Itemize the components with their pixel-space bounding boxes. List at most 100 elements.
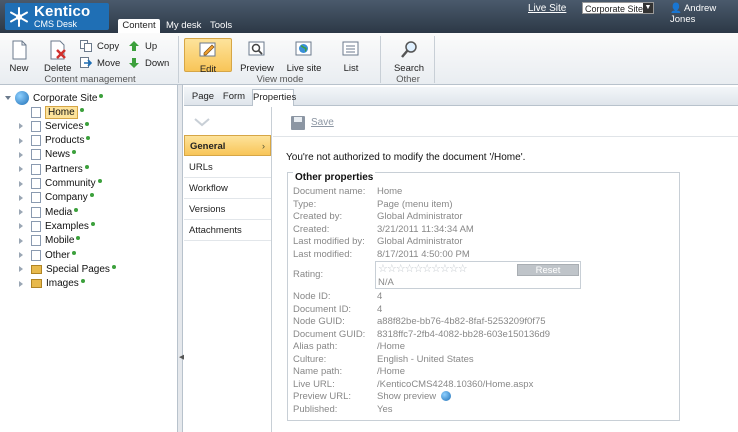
- globe-icon: [15, 91, 29, 105]
- tree-root[interactable]: Corporate Site: [4, 91, 104, 105]
- move-label: Move: [97, 57, 121, 69]
- tree-item[interactable]: Images: [17, 277, 85, 291]
- ribbon-toolbar: New Delete Copy Move Up Down Content man…: [0, 33, 738, 85]
- delete-button[interactable]: Delete: [44, 40, 71, 74]
- published-status-icon: [74, 207, 79, 212]
- published-status-icon: [72, 150, 77, 155]
- expand-icon[interactable]: [17, 180, 25, 188]
- nav-urls[interactable]: URLs: [184, 157, 271, 178]
- page-icon: [31, 178, 41, 189]
- group-label-content-management: Content management: [44, 74, 136, 85]
- nav-versions[interactable]: Versions: [184, 199, 271, 220]
- properties-nav: General › URLs Workflow Versions Attachme…: [184, 107, 272, 432]
- expand-icon[interactable]: [17, 208, 25, 216]
- tree-item[interactable]: Media: [17, 205, 79, 219]
- nav-general[interactable]: General ›: [184, 135, 271, 156]
- published-status-icon: [80, 279, 85, 284]
- tab-content[interactable]: Content: [118, 19, 160, 33]
- rating-stars[interactable]: ☆☆☆☆☆☆☆☆☆☆: [378, 264, 468, 275]
- save-icon[interactable]: [291, 116, 305, 130]
- live-url-label: Live URL:: [293, 379, 335, 390]
- expand-icon[interactable]: [17, 265, 25, 273]
- reset-rating-button[interactable]: Reset: [517, 264, 579, 276]
- rating-value: N/A: [378, 277, 394, 288]
- collapse-icon[interactable]: [4, 94, 12, 102]
- published-label: Published:: [293, 404, 338, 415]
- tab-properties[interactable]: Properties: [252, 89, 296, 106]
- tree-item[interactable]: Examples: [17, 219, 95, 233]
- nav-workflow[interactable]: Workflow: [184, 178, 271, 199]
- tree-item[interactable]: News: [17, 148, 77, 162]
- globe-icon[interactable]: [440, 391, 451, 402]
- edit-button[interactable]: Edit: [184, 38, 232, 75]
- tree-item[interactable]: Services: [17, 119, 90, 133]
- published-status-icon: [86, 136, 91, 141]
- expand-icon[interactable]: [17, 222, 25, 230]
- expand-icon[interactable]: [17, 194, 25, 202]
- snowflake-icon: [8, 6, 30, 28]
- tree-item[interactable]: Mobile: [17, 234, 81, 248]
- expand-icon[interactable]: [17, 137, 25, 145]
- tree-item-label: Partners: [45, 163, 83, 175]
- kentico-logo[interactable]: Kentico CMS Desk: [5, 3, 109, 30]
- list-button[interactable]: List: [340, 40, 362, 74]
- action-bar: Save: [273, 107, 738, 137]
- tree-item-label: Special Pages: [46, 263, 110, 275]
- pane-splitter[interactable]: ◀: [178, 85, 184, 432]
- tree-item[interactable]: Community: [17, 177, 102, 191]
- edit-icon: [198, 41, 218, 61]
- published-status-icon: [99, 93, 104, 98]
- tree-item-label: News: [45, 149, 71, 161]
- nav-attachments[interactable]: Attachments: [184, 220, 271, 241]
- tree-item[interactable]: Company: [17, 191, 94, 205]
- expand-icon[interactable]: [17, 237, 25, 245]
- tree-root-label: Corporate Site: [33, 92, 98, 104]
- preview-url-value[interactable]: Show preview: [377, 391, 451, 402]
- expand-icon[interactable]: [17, 122, 25, 130]
- tab-tools[interactable]: Tools: [206, 19, 236, 33]
- show-preview-link[interactable]: Show preview: [377, 391, 436, 402]
- expand-icon[interactable]: [17, 251, 25, 259]
- current-user[interactable]: 👤 Andrew Jones: [670, 3, 738, 25]
- document-guid-label: Document GUID:: [293, 329, 366, 340]
- tree-item[interactable]: Products: [17, 134, 91, 148]
- new-button[interactable]: New: [9, 40, 29, 74]
- down-button[interactable]: Down: [128, 57, 169, 69]
- tree-item-label: Community: [45, 178, 96, 189]
- live-site-button[interactable]: Live site: [286, 40, 322, 74]
- search-button[interactable]: Search: [394, 40, 424, 74]
- up-button[interactable]: Up: [128, 40, 157, 52]
- rating-label: Rating:: [293, 269, 324, 280]
- published-status-icon: [89, 193, 94, 198]
- tree-item[interactable]: Other: [17, 248, 77, 262]
- published-status-icon: [84, 164, 89, 169]
- page-icon: [31, 106, 41, 118]
- live-site-link[interactable]: Live Site: [528, 3, 566, 14]
- expand-icon[interactable]: [17, 165, 25, 173]
- tree-item[interactable]: Special Pages: [17, 262, 116, 276]
- published-value: Yes: [377, 404, 393, 415]
- move-button[interactable]: Move: [80, 57, 120, 69]
- brand-name: Kentico: [34, 3, 91, 20]
- alias-path-value: /Home: [377, 341, 405, 352]
- tree-item[interactable]: Partners: [17, 162, 89, 176]
- last-modified-label: Last modified:: [293, 249, 353, 260]
- expand-icon[interactable]: [17, 280, 25, 288]
- preview-button[interactable]: Preview: [240, 40, 274, 74]
- page-icon: [31, 235, 41, 247]
- tab-my-desk[interactable]: My desk: [162, 19, 205, 33]
- delete-label: Delete: [44, 63, 72, 74]
- save-button[interactable]: Save: [311, 117, 334, 128]
- site-selector[interactable]: Corporate Site ▼: [582, 2, 654, 14]
- tab-form[interactable]: Form: [220, 89, 248, 106]
- ribbon-separator: [380, 36, 381, 83]
- expand-icon[interactable]: [17, 151, 25, 159]
- live-url-value[interactable]: /KenticoCMS4248.10360/Home.aspx: [377, 379, 533, 390]
- collapse-arrow-icon[interactable]: ◀: [179, 353, 184, 363]
- tree-item[interactable]: Home: [17, 105, 84, 119]
- tab-page[interactable]: Page: [190, 89, 216, 106]
- brand-subtitle: CMS Desk: [34, 19, 78, 29]
- name-path-value: /Home: [377, 366, 405, 377]
- copy-button[interactable]: Copy: [80, 40, 119, 52]
- copy-label: Copy: [97, 40, 120, 52]
